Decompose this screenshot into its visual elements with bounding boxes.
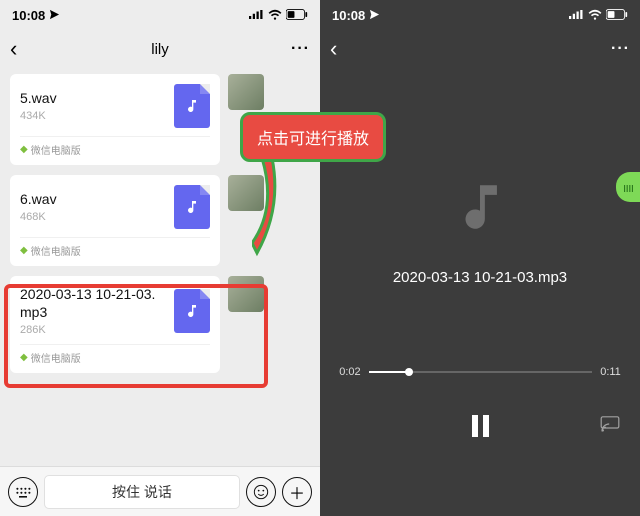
status-time: 10:08 xyxy=(12,8,45,23)
avatar[interactable] xyxy=(228,276,264,312)
more-button[interactable]: ··· xyxy=(286,40,310,58)
music-file-icon xyxy=(174,185,210,229)
status-bar: 10:08 xyxy=(320,0,640,30)
file-source: ◆微信电脑版 xyxy=(20,344,210,365)
emoji-button[interactable] xyxy=(246,477,276,507)
player-filename: 2020-03-13 10-21-03.mp3 xyxy=(393,269,567,286)
player-header: ‹ ··· xyxy=(320,30,640,68)
back-button[interactable]: ‹ xyxy=(330,36,354,62)
file-bubble[interactable]: 5.wav 434K ◆微信电脑版 xyxy=(10,74,220,165)
status-bar: 10:08 xyxy=(0,0,320,30)
status-time: 10:08 xyxy=(332,8,365,23)
voice-indicator[interactable]: ıııı xyxy=(616,172,640,202)
location-icon xyxy=(369,8,380,23)
signal-icon xyxy=(569,8,584,23)
player-controls xyxy=(320,408,640,444)
file-size: 286K xyxy=(20,324,160,336)
input-bar: 按住 说话 ＋ xyxy=(0,466,320,516)
callout-annotation: 点击可进行播放 xyxy=(240,112,386,162)
elapsed-time: 0:02 xyxy=(339,366,360,378)
player-screen: 10:08 ‹ ··· ıııı xyxy=(320,0,640,516)
pause-button[interactable] xyxy=(462,408,498,444)
keyboard-button[interactable] xyxy=(8,477,38,507)
progress-handle[interactable] xyxy=(405,368,413,376)
music-file-icon xyxy=(174,84,210,128)
progress-fill xyxy=(369,371,409,373)
more-button[interactable]: ··· xyxy=(606,40,630,58)
cast-icon[interactable] xyxy=(600,416,620,437)
battery-icon xyxy=(606,8,628,23)
chat-header: ‹ lily ··· xyxy=(0,30,320,68)
file-name: 5.wav xyxy=(20,90,57,108)
battery-icon xyxy=(286,8,308,23)
signal-icon xyxy=(249,8,264,23)
file-source: ◆微信电脑版 xyxy=(20,136,210,157)
file-source: ◆微信电脑版 xyxy=(20,237,210,258)
file-name: 6.wav xyxy=(20,191,57,209)
location-icon xyxy=(49,8,60,23)
hold-to-talk-button[interactable]: 按住 说话 xyxy=(44,475,240,509)
file-size: 434K xyxy=(20,110,57,122)
plus-button[interactable]: ＋ xyxy=(282,477,312,507)
file-name: 2020-03-13 10-21-03.mp3 xyxy=(20,286,160,321)
wifi-icon xyxy=(268,8,282,23)
music-file-icon xyxy=(174,289,210,333)
chat-screen: 10:08 ‹ lily ··· xyxy=(0,0,320,516)
chat-title: lily xyxy=(34,41,286,58)
file-size: 468K xyxy=(20,211,57,223)
avatar[interactable] xyxy=(228,74,264,110)
back-button[interactable]: ‹ xyxy=(10,36,34,62)
message-row: 2020-03-13 10-21-03.mp3 286K ◆微信电脑版 xyxy=(10,276,310,373)
wifi-icon xyxy=(588,8,602,23)
music-icon xyxy=(451,178,509,241)
duration-time: 0:11 xyxy=(600,366,621,378)
progress-bar[interactable] xyxy=(369,371,593,373)
file-bubble[interactable]: 2020-03-13 10-21-03.mp3 286K ◆微信电脑版 xyxy=(10,276,220,373)
progress-area: 0:02 0:11 xyxy=(339,366,621,378)
file-bubble[interactable]: 6.wav 468K ◆微信电脑版 xyxy=(10,175,220,266)
